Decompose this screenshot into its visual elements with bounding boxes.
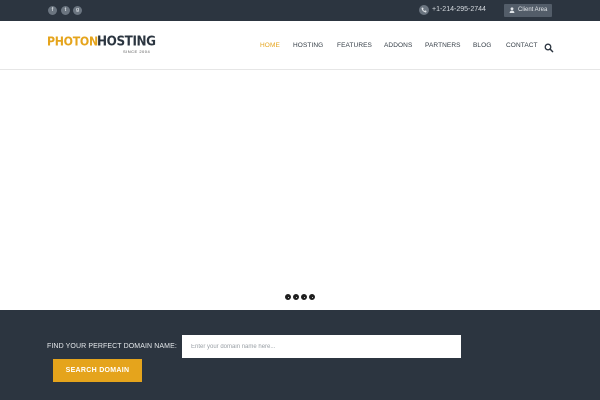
nav-contact[interactable]: CONTACT bbox=[506, 41, 538, 50]
nav-partners[interactable]: PARTNERS bbox=[425, 41, 461, 50]
search-icon[interactable] bbox=[544, 40, 554, 53]
logo-text-hosting: HOSTING bbox=[97, 33, 156, 49]
nav-home[interactable]: HOME bbox=[260, 41, 280, 50]
twitter-icon[interactable]: t bbox=[61, 6, 70, 15]
nav-blog[interactable]: BLOG bbox=[473, 41, 491, 50]
slider-dot-2[interactable] bbox=[293, 294, 299, 300]
phone-number: +1-214-295-2744 bbox=[432, 6, 486, 13]
google-plus-icon[interactable]: g bbox=[73, 6, 82, 15]
nav-hosting[interactable]: HOSTING bbox=[293, 41, 323, 50]
domain-search-label: FIND YOUR PERFECT DOMAIN NAME: bbox=[47, 343, 177, 350]
slider-dot-1[interactable] bbox=[285, 294, 291, 300]
facebook-icon[interactable]: f bbox=[48, 6, 57, 15]
client-area-button[interactable]: Client Area bbox=[504, 4, 552, 17]
site-header: PHOTON HOSTING SINCE 2004 HOME HOSTING F… bbox=[0, 21, 600, 70]
logo[interactable]: PHOTON HOSTING SINCE 2004 bbox=[47, 33, 156, 57]
user-icon bbox=[509, 7, 515, 13]
domain-search-section: FIND YOUR PERFECT DOMAIN NAME: SEARCH DO… bbox=[0, 310, 600, 400]
slider-dot-4[interactable] bbox=[309, 294, 315, 300]
hero-slider bbox=[0, 70, 600, 310]
search-domain-button[interactable]: SEARCH DOMAIN bbox=[53, 359, 142, 382]
nav-addons[interactable]: ADDONS bbox=[384, 41, 412, 50]
nav-features[interactable]: FEATURES bbox=[337, 41, 372, 50]
phone-icon bbox=[419, 5, 429, 15]
slider-dot-3[interactable] bbox=[301, 294, 307, 300]
domain-search-input[interactable] bbox=[182, 335, 461, 358]
logo-text-photon: PHOTON bbox=[47, 34, 98, 49]
logo-since-text: SINCE 2004 bbox=[123, 49, 151, 54]
top-bar: f t g +1-214-295-2744 Client Area bbox=[0, 0, 600, 21]
client-area-label: Client Area bbox=[518, 7, 548, 13]
